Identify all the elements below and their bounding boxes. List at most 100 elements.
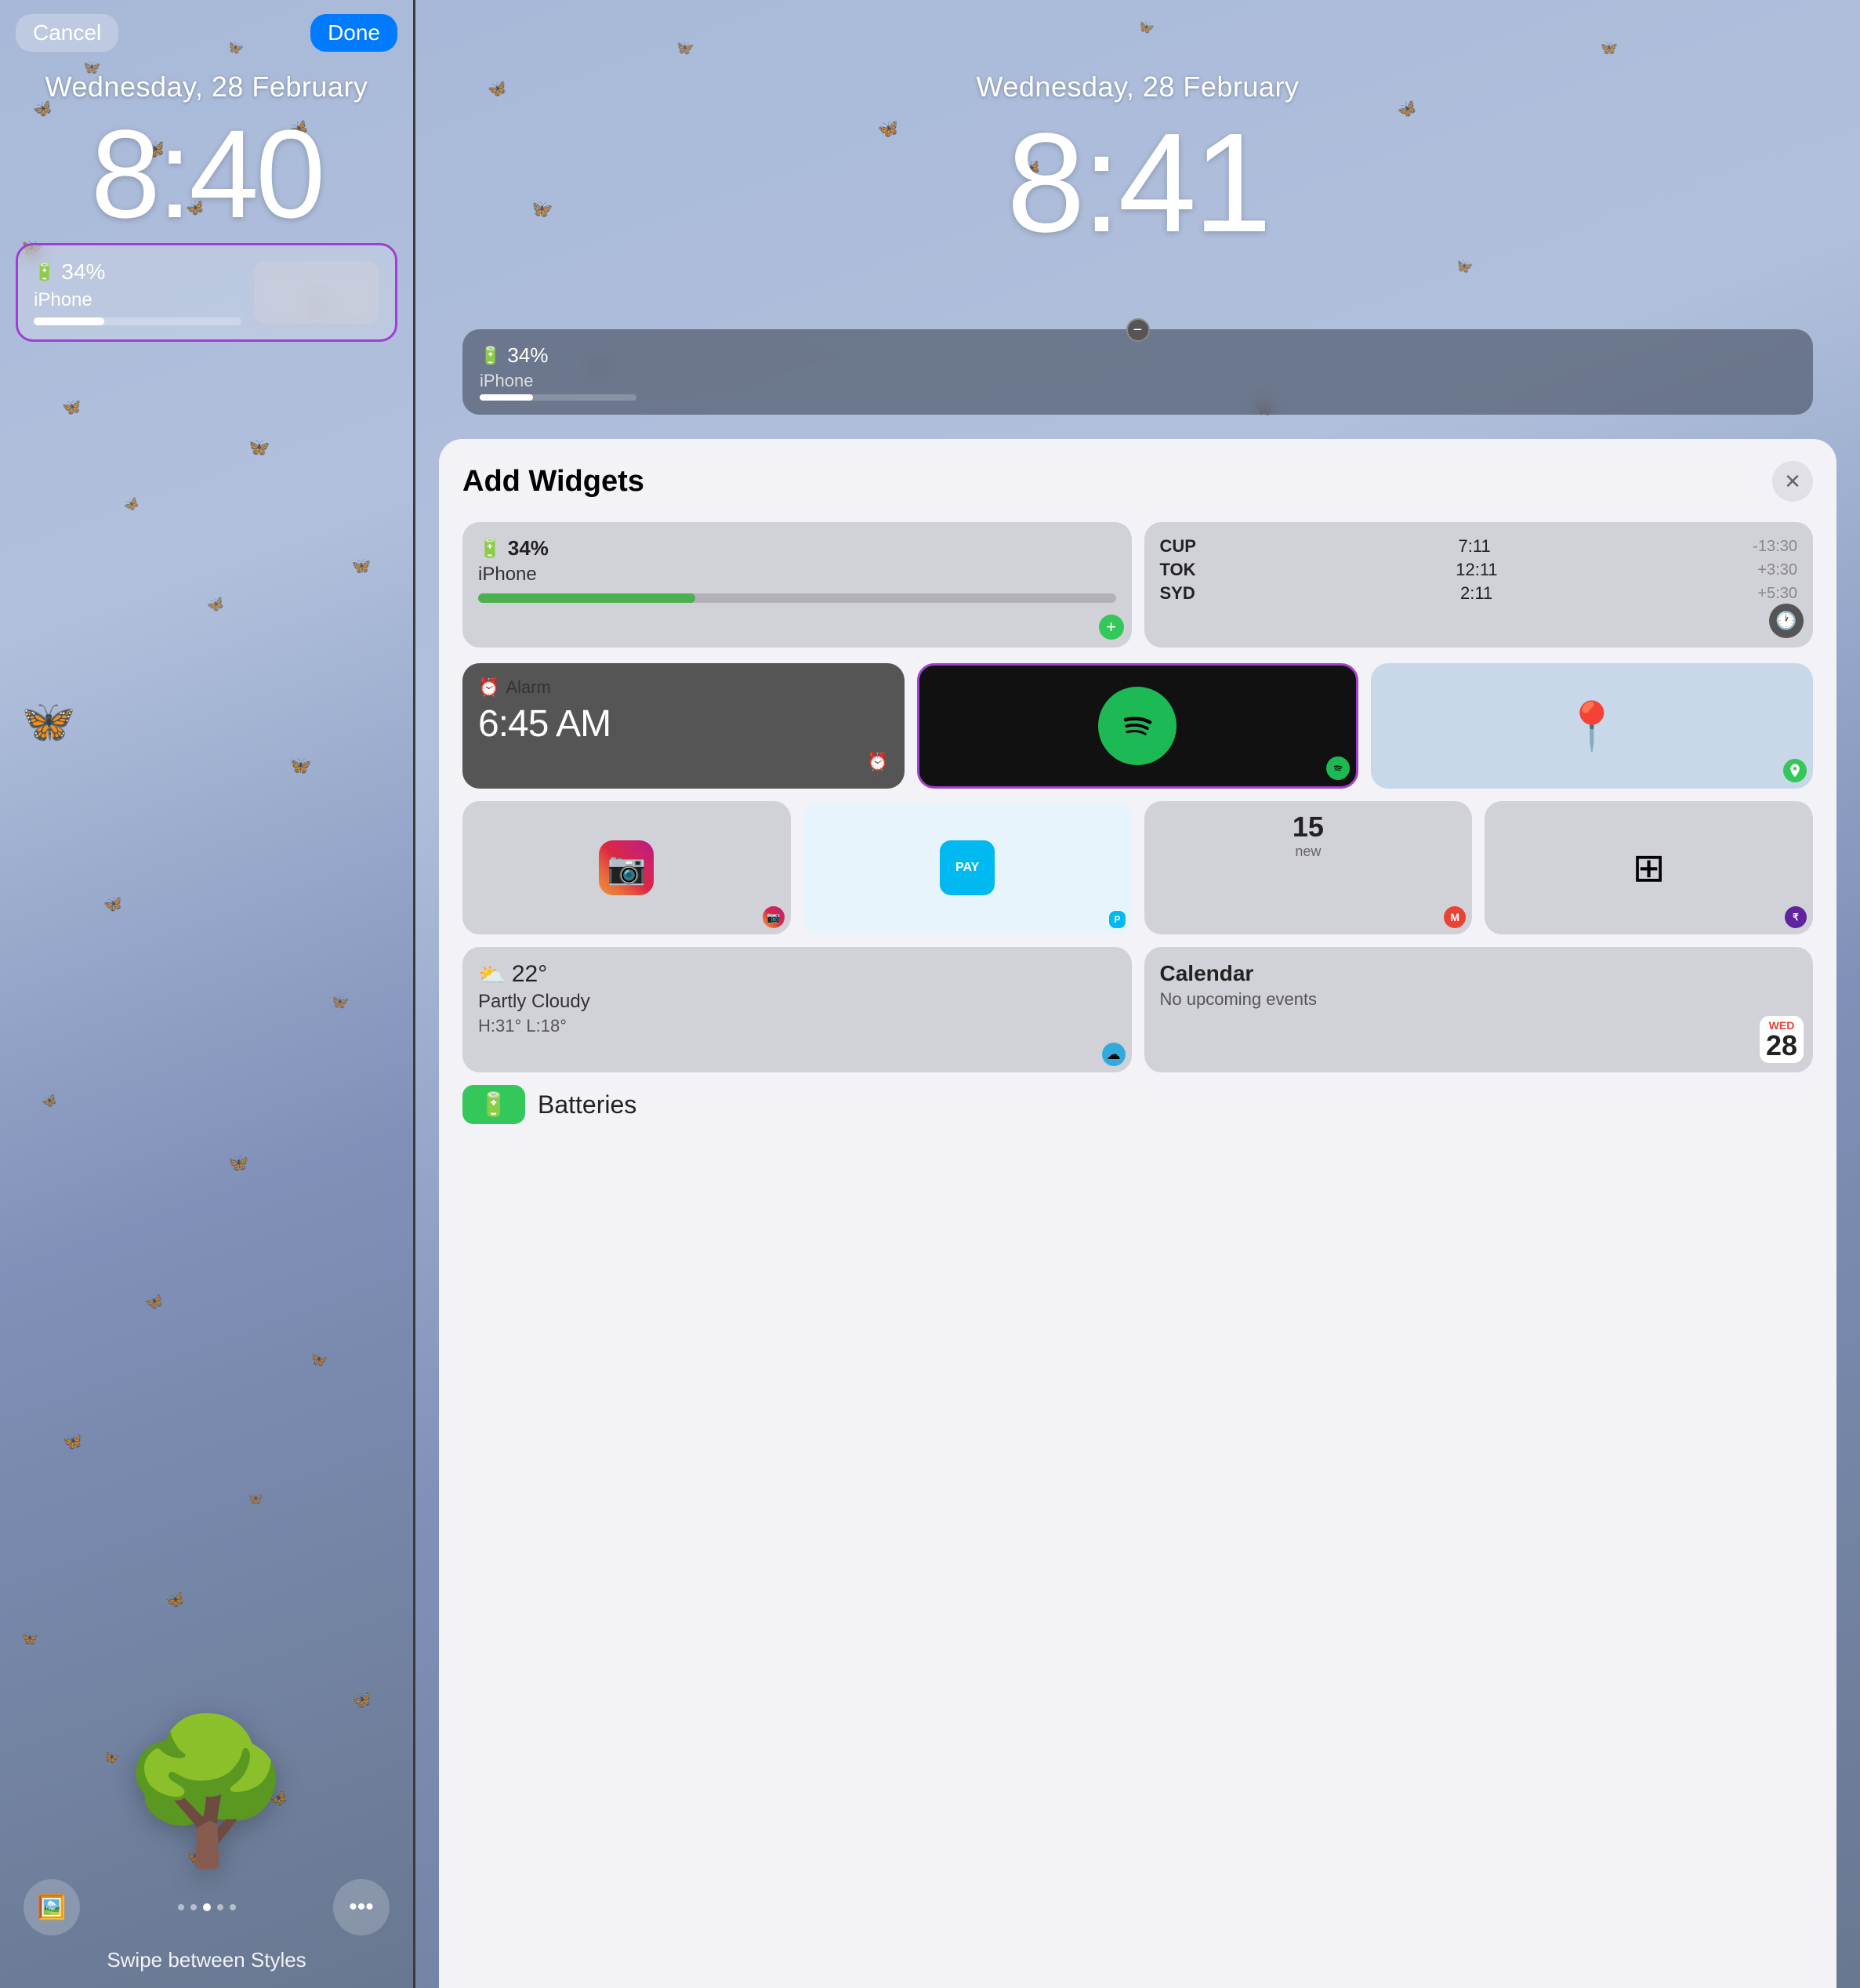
clock-time-syd: 2:11	[1460, 583, 1492, 604]
maps-icon: 📍	[1563, 698, 1622, 754]
wallpaper-button[interactable]: 🖼️	[24, 1879, 80, 1935]
weather-temp: 22°	[512, 961, 547, 988]
clock-city-cup: CUP	[1160, 536, 1196, 557]
blurred-widget	[254, 261, 379, 324]
left-landscape: 🌳	[0, 1157, 413, 1863]
battery-percentage-left: 34%	[61, 259, 105, 285]
widget-card-battery[interactable]: 🔋 34% iPhone +	[462, 522, 1132, 648]
left-date: Wednesday, 28 February	[0, 71, 413, 103]
clock-city-syd: SYD	[1160, 583, 1195, 604]
battery-bar-left	[34, 317, 241, 325]
paytm-badge: P	[1109, 911, 1125, 928]
battery-widget-name: iPhone	[478, 564, 1116, 586]
paytm-logo: PAY	[940, 840, 995, 895]
calendar-title: Calendar	[1160, 961, 1798, 986]
weather-widget-content: ⛅ 22° Partly Cloudy H:31° L:18°	[478, 961, 1116, 1036]
more-button[interactable]: •••	[333, 1879, 390, 1935]
right-battery-info: 🔋 34% iPhone	[480, 343, 636, 401]
left-widget-area[interactable]: 🔋 34% iPhone	[16, 243, 397, 342]
cancel-button[interactable]: Cancel	[16, 14, 118, 52]
widget-card-worldclock[interactable]: CUP 7:11 -13:30 TOK 12:11 +3:30 SYD 2:11…	[1144, 522, 1814, 648]
worldclock-icon: 🕐	[1769, 604, 1804, 638]
right-battery-bar-fill	[480, 394, 533, 401]
bottom-icons-row: 🖼️ •••	[0, 1879, 413, 1935]
clock-offset-tok: +3:30	[1757, 561, 1797, 579]
battery-widget-bar	[478, 593, 695, 603]
dot-2	[190, 1904, 197, 1910]
calendar-subtitle: No upcoming events	[1160, 989, 1798, 1010]
battery-widget-icon: 🔋	[478, 537, 502, 560]
left-top-bar: Cancel Done	[0, 14, 413, 52]
weather-description: Partly Cloudy	[478, 991, 1116, 1013]
left-panel: 🦋 🦋 🦋 🦋 🦋 🦋 🦋 🦋 🦋 🦋 🦋 🦋 🦋 🦋 🦋 🦋 🦋 🦋 🦋 🦋 …	[0, 0, 415, 1988]
spotify-widget-content	[1098, 687, 1177, 765]
spotify-logo	[1098, 687, 1177, 765]
widgets-grid-row1: 🔋 34% iPhone + CUP 7:11 -13:30	[439, 514, 1836, 663]
widgets-grid-row2: ⏰ Alarm 6:45 AM ⏰	[439, 663, 1836, 789]
page-dots	[178, 1879, 236, 1935]
right-top-battery-widget: − 🔋 34% iPhone	[462, 329, 1813, 415]
calendar-date-badge: WED 28	[1760, 1016, 1804, 1063]
widget-card-scanner[interactable]: ⊞ ₹	[1485, 801, 1813, 934]
spotify-badge	[1326, 756, 1350, 780]
widget-card-gmail[interactable]: 15 new M	[1144, 801, 1473, 934]
battery-icon-left: 🔋	[34, 262, 55, 282]
instagram-logo: 📷	[599, 840, 654, 895]
remove-widget-button[interactable]: −	[1126, 318, 1150, 342]
batteries-section[interactable]: 🔋 Batteries	[439, 1085, 1836, 1124]
dot-3-active	[203, 1903, 211, 1911]
clock-time-tok: 12:11	[1456, 560, 1497, 580]
battery-widget-left: 🔋 34% iPhone	[34, 259, 241, 325]
batteries-icon: 🔋	[462, 1085, 525, 1124]
alarm-widget-content: ⏰ Alarm 6:45 AM	[478, 677, 889, 746]
gmail-badge: M	[1444, 906, 1466, 928]
widget-card-spotify[interactable]	[917, 663, 1359, 789]
widget-card-alarm[interactable]: ⏰ Alarm 6:45 AM ⏰	[462, 663, 905, 789]
sheet-title: Add Widgets	[462, 465, 644, 499]
instagram-badge: 📷	[763, 906, 785, 928]
widget-card-weather[interactable]: ⛅ 22° Partly Cloudy H:31° L:18° ☁	[462, 947, 1132, 1072]
battery-widget-content: 🔋 34% iPhone	[478, 536, 1116, 603]
tree-figure: 🌳	[118, 1721, 294, 1863]
widget-card-instagram[interactable]: 📷 📷	[462, 801, 791, 934]
batteries-label: Batteries	[538, 1090, 636, 1119]
widgets-grid-row4: ⛅ 22° Partly Cloudy H:31° L:18° ☁ Calend…	[439, 947, 1836, 1072]
right-battery-name: iPhone	[480, 371, 636, 391]
calendar-widget-content: Calendar No upcoming events	[1160, 961, 1798, 1010]
right-time: 8:41	[415, 102, 1860, 264]
scanner-icon: ⊞	[1633, 845, 1666, 891]
worldclock-widget-content: CUP 7:11 -13:30 TOK 12:11 +3:30 SYD 2:11…	[1160, 536, 1798, 604]
clock-offset-cup: -13:30	[1753, 538, 1797, 556]
weather-icon: ⛅	[478, 962, 506, 988]
gmail-count-display: 15 new	[1144, 811, 1473, 860]
sheet-close-button[interactable]: ✕	[1772, 461, 1813, 502]
swipe-label: Swipe between Styles	[107, 1948, 306, 1972]
widget-card-calendar[interactable]: Calendar No upcoming events WED 28	[1144, 947, 1814, 1072]
weather-app-badge: ☁	[1102, 1043, 1126, 1066]
widget-card-paytm[interactable]: PAY P	[803, 801, 1132, 934]
alarm-label: Alarm	[506, 677, 550, 698]
dot-5	[230, 1904, 236, 1910]
clock-city-tok: TOK	[1160, 560, 1196, 580]
right-battery-pct: 34%	[507, 343, 548, 368]
left-time: 8:40	[0, 102, 413, 246]
widget-card-maps[interactable]: 📍	[1371, 663, 1813, 789]
battery-label-left: iPhone	[34, 289, 241, 311]
calendar-date-num: 28	[1766, 1032, 1797, 1060]
right-date: Wednesday, 28 February	[415, 71, 1860, 103]
right-battery-icon: 🔋	[480, 346, 501, 366]
clock-offset-syd: +5:30	[1757, 585, 1797, 603]
maps-badge	[1783, 759, 1807, 782]
sheet-header: Add Widgets ✕	[439, 439, 1836, 514]
done-button[interactable]: Done	[310, 14, 397, 52]
alarm-badge-icon: ⏰	[861, 745, 895, 779]
add-widgets-sheet: Add Widgets ✕ 🔋 34% iPhone +	[439, 439, 1836, 1988]
battery-widget-pct: 34%	[508, 536, 549, 560]
add-battery-widget-button[interactable]: +	[1099, 615, 1124, 640]
alarm-time: 6:45 AM	[478, 702, 889, 746]
battery-bar-fill-left	[34, 317, 104, 325]
alarm-clock-icon: ⏰	[478, 677, 499, 698]
clock-row-cup: CUP 7:11 -13:30	[1160, 536, 1798, 557]
clock-row-tok: TOK 12:11 +3:30	[1160, 560, 1798, 580]
right-panel: 🦋 🦋 🦋 🦋 🦋 🦋 🦋 🦋 🦋 🦋 🦋 🦋 🦋 🦋 🦋 🦋 Wednesda…	[415, 0, 1860, 1988]
